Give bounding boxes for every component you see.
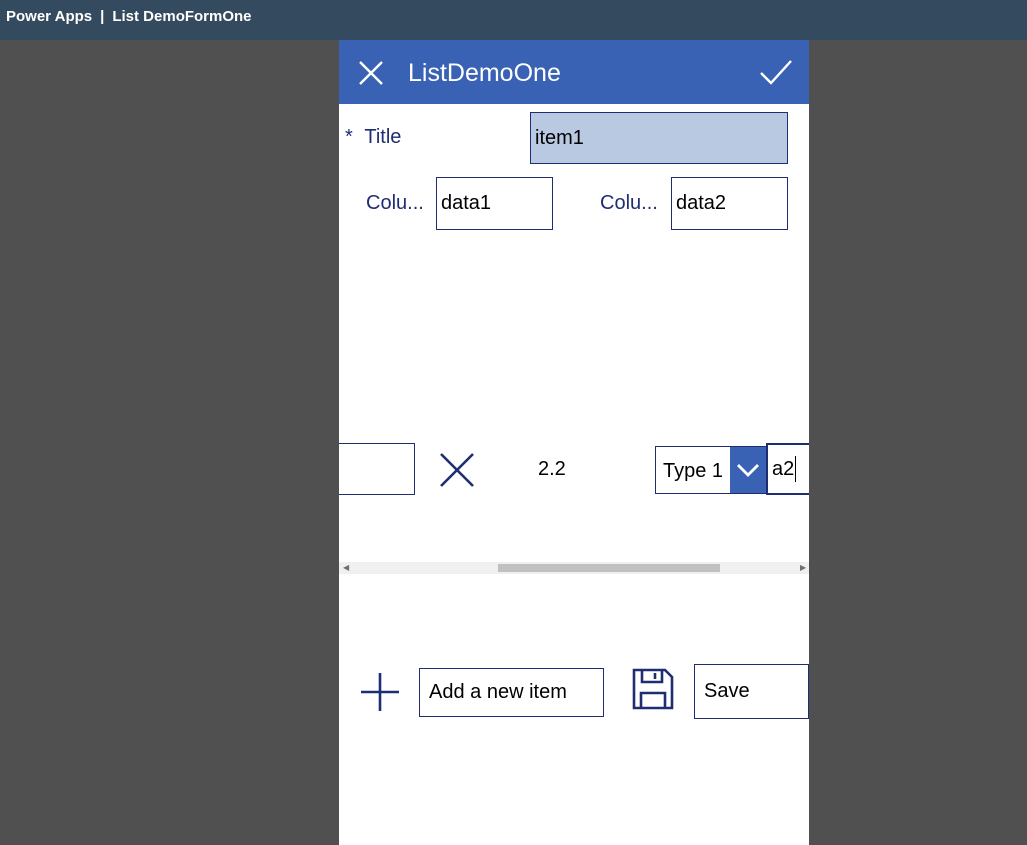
plus-icon[interactable] [360,672,400,712]
form-header: ListDemoOne [339,40,809,104]
title-label-text: Title [364,126,402,148]
title-label: * Title [345,126,401,149]
document-name: List DemoFormOne [112,8,252,25]
window-title: Power Apps | List DemoFormOne [6,0,252,34]
row-number-value: 2.2 [538,458,566,480]
row-last-input-value: a2 [772,457,795,480]
chevron-down-icon[interactable] [730,447,766,493]
close-icon[interactable] [357,59,385,87]
add-new-item-button[interactable]: Add a new item [419,668,604,717]
required-mark: * [345,126,353,148]
scrollbar-thumb[interactable] [498,564,720,572]
save-icon[interactable] [631,667,675,711]
text-caret [795,456,797,482]
scroll-left-arrow-icon[interactable]: ◀ [343,562,349,574]
gallery-scrollbar[interactable]: ◀ ▶ [339,562,809,574]
scroll-right-arrow-icon[interactable]: ▶ [800,562,806,574]
title-input[interactable]: item1 [530,112,788,164]
app-screen: ListDemoOne * Title item1 Colu... data1 … [339,40,809,845]
row-first-input[interactable] [339,443,415,495]
checkmark-icon[interactable] [759,58,793,86]
save-button[interactable]: Save [694,664,809,719]
form-title: ListDemoOne [408,59,561,87]
column2-input[interactable]: data2 [671,177,788,230]
column1-label: Colu... [366,192,424,214]
column2-label: Colu... [600,192,658,214]
type-dropdown-value: Type 1 [663,460,724,482]
row-last-input[interactable]: a2 [766,443,809,495]
delete-row-icon[interactable] [439,452,475,488]
window-title-bar: Power Apps | List DemoFormOne [0,0,1027,40]
column1-input[interactable]: data1 [436,177,553,230]
title-separator: | [100,8,105,25]
type-dropdown[interactable]: Type 1 [655,446,767,494]
app-name: Power Apps [6,8,93,25]
